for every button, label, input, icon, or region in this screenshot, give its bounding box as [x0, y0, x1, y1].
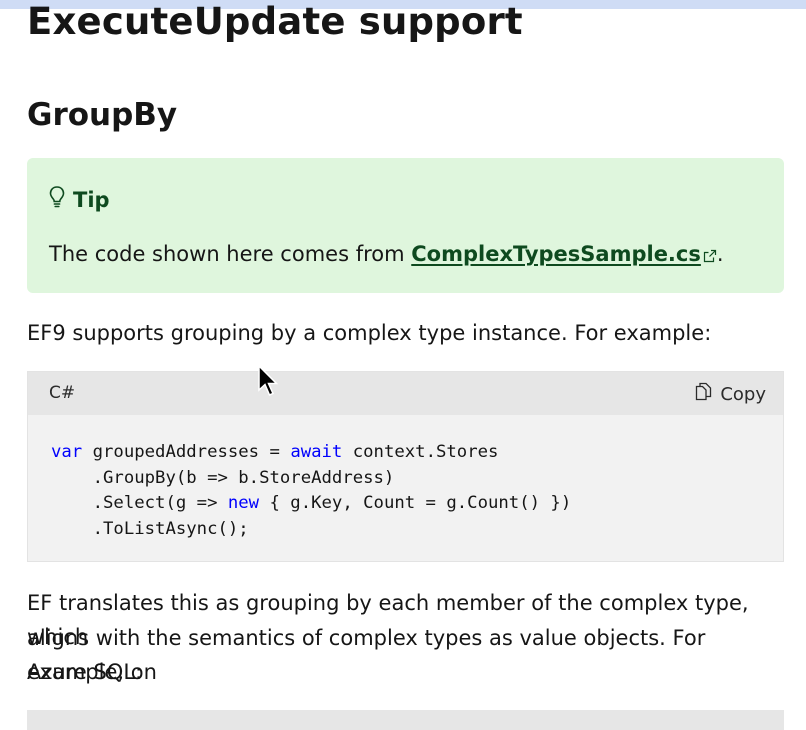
code-keyword: var: [51, 442, 83, 462]
tip-callout: Tip The code shown here comes from Compl…: [27, 158, 784, 293]
tip-text-after: .: [716, 242, 724, 266]
section-heading-groupby: GroupBy: [27, 97, 178, 133]
code-line: var groupedAddresses = await context.Sto…: [51, 442, 498, 462]
external-link-icon: [703, 244, 717, 268]
code-block-csharp: C# Copy var groupedAddresses = await con…: [27, 371, 784, 562]
code-line: .Select(g => new { g.Key, Count = g.Coun…: [51, 493, 572, 514]
next-code-block-header: [27, 710, 784, 730]
code-language-label: C#: [49, 383, 76, 403]
code-block-header: C# Copy: [28, 372, 783, 415]
complextypessample-link[interactable]: ComplexTypesSample.cs: [411, 242, 701, 266]
lightbulb-icon: [49, 185, 65, 214]
tip-text: The code shown here comes from ComplexTy…: [49, 242, 724, 268]
tip-title: Tip: [73, 187, 110, 212]
code-token: .ToListAsync();: [51, 518, 249, 539]
code-token: groupedAddresses =: [82, 442, 291, 462]
copy-icon: [695, 382, 712, 406]
code-line: .GroupBy(b => b.StoreAddress): [51, 467, 395, 488]
copy-label: Copy: [720, 383, 766, 405]
mouse-pointer-icon: [258, 364, 280, 401]
code-keyword: new: [227, 493, 260, 514]
followup-paragraph-line-3: Azure SQL:: [27, 660, 143, 684]
code-line: .ToListAsync();: [51, 519, 249, 539]
copy-button[interactable]: Copy: [695, 382, 766, 406]
code-token: .GroupBy(b => b.StoreAddress): [51, 467, 395, 488]
code-keyword: await: [290, 442, 343, 462]
code-token: context.Stores: [342, 442, 499, 462]
intro-paragraph: EF9 supports grouping by a complex type …: [27, 321, 712, 345]
code-content: var groupedAddresses = await context.Sto…: [51, 440, 571, 542]
page-title: ExecuteUpdate support: [27, 0, 523, 43]
tip-text-before: The code shown here comes from: [49, 242, 412, 266]
code-token: .Select(g =>: [51, 493, 228, 514]
code-token: { g.Key, Count = g.Count() }): [259, 493, 572, 514]
tip-header: Tip: [49, 185, 110, 214]
